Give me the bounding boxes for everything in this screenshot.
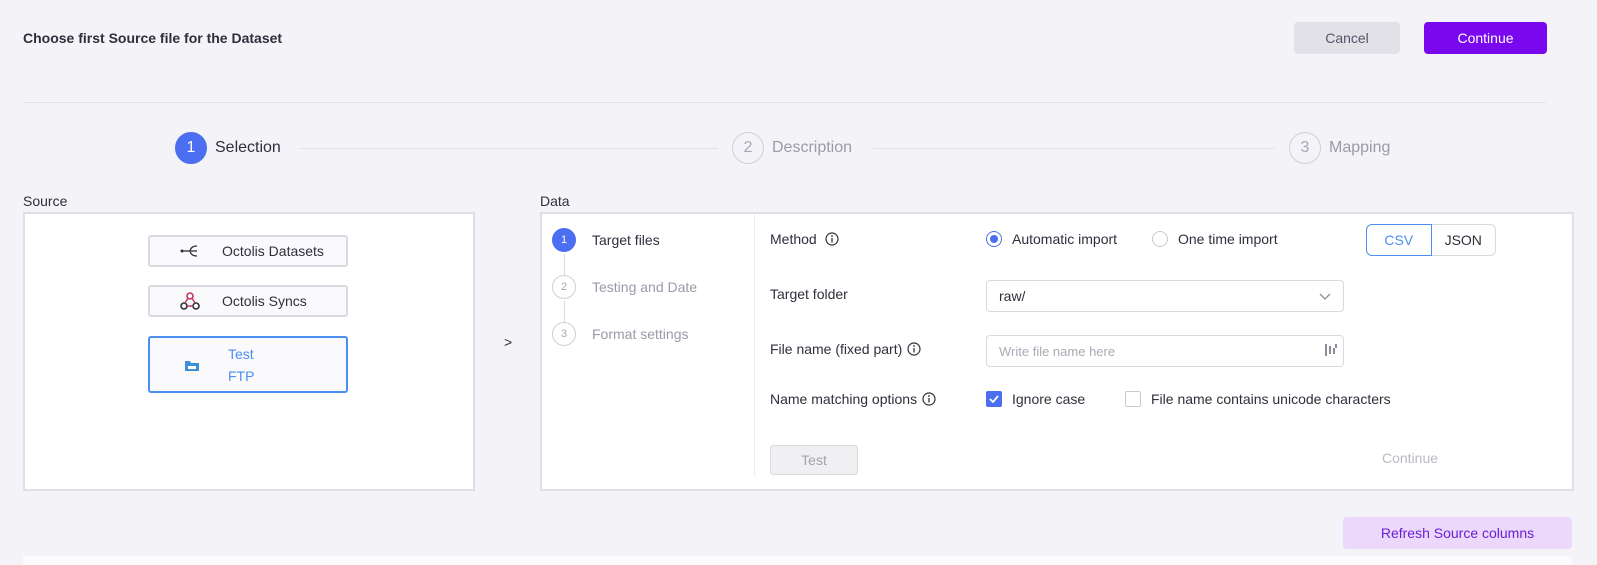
target-folder-label: Target folder	[770, 286, 848, 302]
cancel-button[interactable]: Cancel	[1294, 22, 1400, 54]
radio-unselected-icon	[1152, 231, 1168, 247]
step-label: Mapping	[1329, 139, 1391, 156]
flow-arrow: >	[504, 334, 513, 350]
radio-label: One time import	[1178, 231, 1278, 247]
checkbox-unchecked-icon	[1125, 391, 1141, 407]
radio-selected-icon	[986, 231, 1002, 247]
format-toggle: CSV JSON	[1366, 224, 1496, 256]
header-divider	[23, 102, 1546, 103]
test-button[interactable]: Test	[770, 445, 858, 475]
refresh-source-columns-button[interactable]: Refresh Source columns	[1343, 517, 1572, 549]
step-mapping[interactable]: 3 Mapping	[1289, 132, 1390, 164]
ftp-folder-icon	[180, 355, 204, 375]
source-item-sublabel: FTP	[228, 367, 255, 384]
data-panel: 1 Target files 2 Testing and Date 3 Form…	[540, 212, 1574, 491]
substep-number: 3	[552, 322, 576, 346]
source-item-octolis-syncs[interactable]: Octolis Syncs	[148, 285, 348, 317]
checkbox-label: Ignore case	[1012, 391, 1086, 407]
format-json-button[interactable]: JSON	[1431, 224, 1496, 256]
method-label-text: Method	[770, 231, 817, 247]
source-item-test-ftp[interactable]: Test FTP	[148, 336, 348, 393]
checkbox-checked-icon	[986, 391, 1002, 407]
unicode-checkbox[interactable]: File name contains unicode characters	[1125, 391, 1391, 407]
step-number: 1	[175, 132, 207, 164]
file-name-input[interactable]	[986, 335, 1344, 367]
substep-connector	[564, 254, 565, 276]
method-label: Method	[770, 231, 839, 247]
file-name-label: File name (fixed part)	[770, 341, 921, 357]
dataset-fork-icon	[178, 241, 202, 261]
continue-button[interactable]: Continue	[1424, 22, 1547, 54]
radio-one-time-import[interactable]: One time import	[1152, 231, 1278, 247]
file-name-label-text: File name (fixed part)	[770, 341, 903, 357]
substep-number: 2	[552, 275, 576, 299]
stepper-connector	[873, 148, 1275, 149]
substep-label: Target files	[592, 232, 660, 248]
source-item-label: Octolis Syncs	[222, 293, 307, 309]
step-selection[interactable]: 1 Selection	[175, 132, 281, 164]
chevron-down-icon	[1319, 288, 1331, 304]
source-item-octolis-datasets[interactable]: Octolis Datasets	[148, 235, 348, 267]
info-icon[interactable]	[922, 392, 936, 406]
substep-format-settings[interactable]: 3 Format settings	[552, 322, 688, 346]
radio-automatic-import[interactable]: Automatic import	[986, 231, 1117, 247]
name-matching-label: Name matching options	[770, 391, 936, 407]
name-matching-label-text: Name matching options	[770, 391, 918, 407]
bottom-panel-edge	[23, 556, 1572, 565]
substep-testing-and-date[interactable]: 2 Testing and Date	[552, 275, 697, 299]
step-description[interactable]: 2 Description	[732, 132, 852, 164]
page-title: Choose first Source file for the Dataset	[23, 30, 283, 46]
substep-connector	[564, 301, 565, 323]
substep-number: 1	[552, 228, 576, 252]
substep-label: Format settings	[592, 326, 689, 342]
checkbox-label: File name contains unicode characters	[1151, 391, 1391, 407]
substep-target-files[interactable]: 1 Target files	[552, 228, 660, 252]
data-continue-button[interactable]: Continue	[1382, 450, 1438, 466]
step-label: Description	[772, 139, 853, 156]
data-label: Data	[540, 193, 570, 209]
target-folder-value: raw/	[999, 288, 1026, 304]
source-panel: Octolis Datasets Octolis Syncs Test FTP	[23, 212, 475, 491]
step-number: 2	[732, 132, 764, 164]
substep-label: Testing and Date	[592, 279, 698, 295]
stepper-connector	[300, 148, 718, 149]
info-icon[interactable]	[825, 232, 839, 246]
target-folder-select[interactable]: raw/	[986, 280, 1344, 312]
step-number: 3	[1289, 132, 1321, 164]
radio-label: Automatic import	[1012, 231, 1118, 247]
format-csv-button[interactable]: CSV	[1366, 224, 1432, 256]
variable-insert-icon[interactable]	[1325, 343, 1337, 362]
source-label: Source	[23, 193, 68, 209]
step-label: Selection	[215, 139, 281, 156]
source-item-label: Octolis Datasets	[222, 243, 324, 259]
info-icon[interactable]	[907, 342, 921, 356]
source-item-label: Test	[228, 345, 254, 362]
webhook-icon	[178, 291, 202, 311]
panel-divider	[754, 214, 755, 476]
ignore-case-checkbox[interactable]: Ignore case	[986, 391, 1085, 407]
